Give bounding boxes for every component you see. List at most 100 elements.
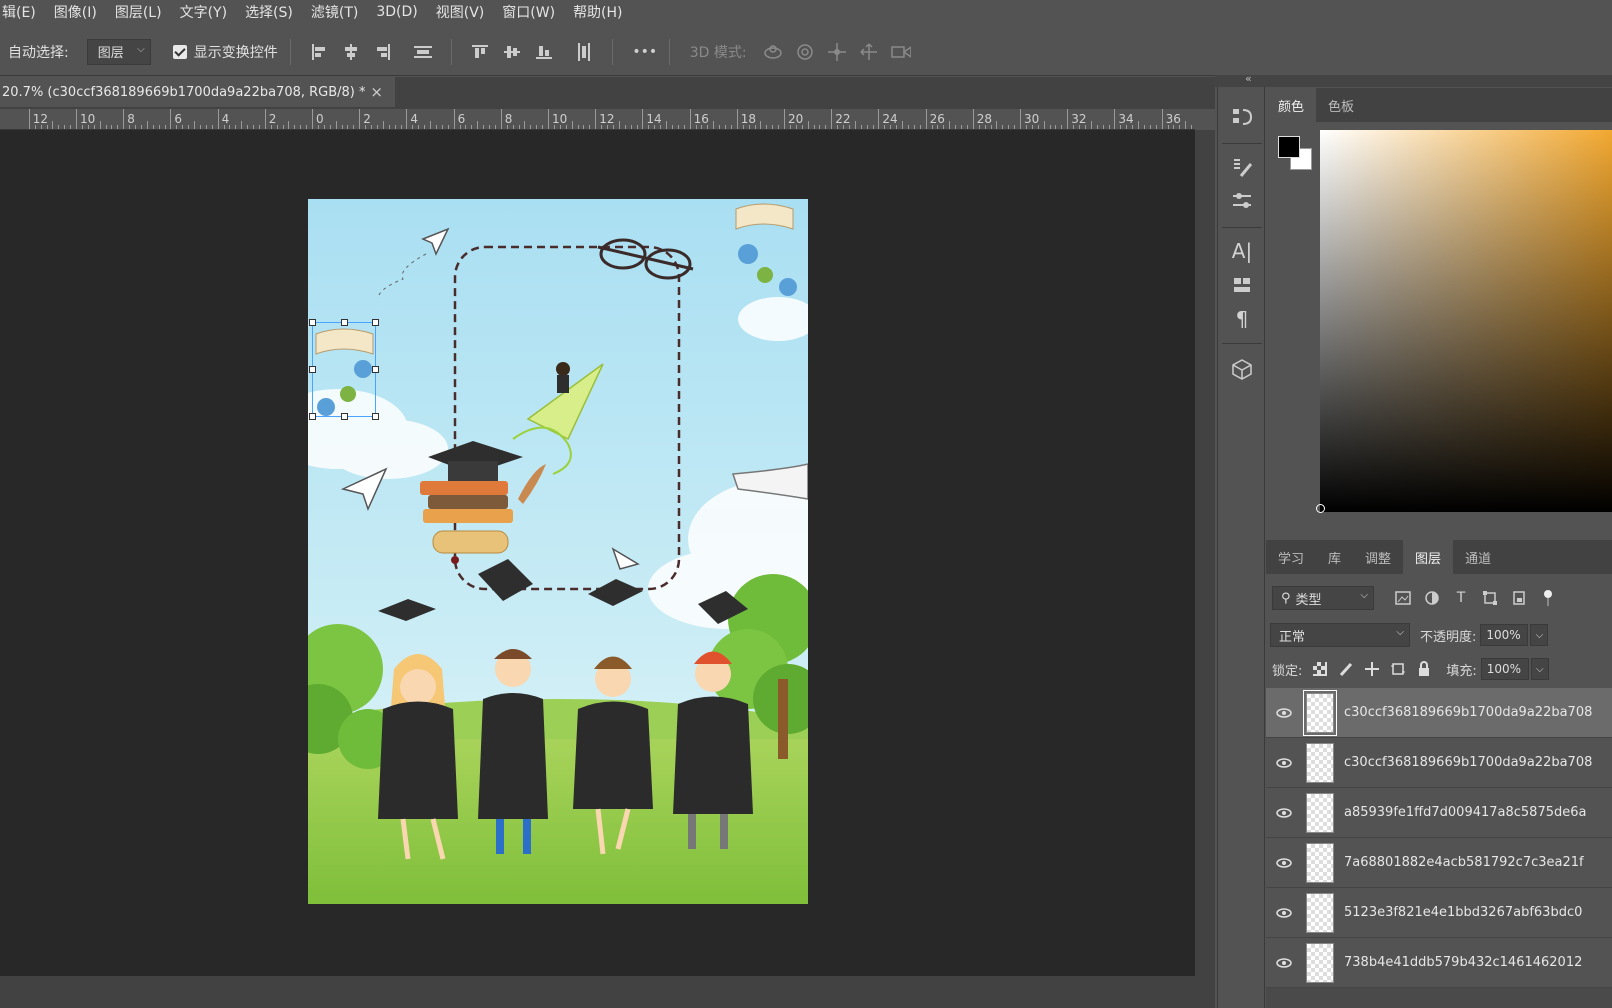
tab-libraries[interactable]: 库 bbox=[1316, 540, 1353, 574]
document-tab[interactable]: 20.7% (c30ccf368189669b1700da9a22ba708, … bbox=[0, 77, 395, 107]
ruler-minor-tick bbox=[34, 125, 36, 129]
layer-name[interactable]: 7a68801882e4acb581792c7c3ea21f bbox=[1344, 855, 1584, 870]
blend-mode-dropdown[interactable]: 正常 ⌵ bbox=[1270, 623, 1410, 647]
orbit-3d-icon[interactable] bbox=[763, 42, 783, 62]
lock-transparent-icon[interactable] bbox=[1312, 661, 1328, 677]
pan-3d-icon[interactable] bbox=[827, 42, 847, 62]
show-transform-checkbox[interactable] bbox=[172, 44, 187, 59]
transform-handle[interactable] bbox=[309, 319, 316, 326]
layer-row[interactable]: c30ccf368189669b1700da9a22ba708 bbox=[1266, 688, 1612, 738]
transform-handle[interactable] bbox=[341, 413, 348, 420]
ruler-minor-tick bbox=[129, 125, 131, 129]
layer-row[interactable]: 738b4e41ddb579b432c1461462012 bbox=[1266, 938, 1612, 988]
tab-swatches[interactable]: 色板 bbox=[1316, 88, 1366, 122]
roll-3d-icon[interactable] bbox=[795, 42, 815, 62]
chevron-down-icon[interactable]: ⌵ bbox=[1530, 658, 1549, 680]
layer-row[interactable]: a85939fe1ffd7d009417a8c5875de6a bbox=[1266, 788, 1612, 838]
align-center-h-icon[interactable] bbox=[341, 42, 361, 62]
layer-name[interactable]: c30ccf368189669b1700da9a22ba708 bbox=[1344, 755, 1592, 770]
3d-cube-icon[interactable] bbox=[1230, 357, 1254, 381]
vertical-scrollbar[interactable] bbox=[1195, 130, 1215, 976]
poster-artwork[interactable] bbox=[308, 199, 808, 904]
eye-icon[interactable] bbox=[1266, 938, 1302, 988]
menu-help[interactable]: 帮助(H) bbox=[573, 2, 622, 22]
filter-type-icon[interactable]: T bbox=[1452, 589, 1470, 607]
layer-row[interactable]: 5123e3f821e4e1bbd3267abf63bdc0 bbox=[1266, 888, 1612, 938]
glyphs-icon[interactable] bbox=[1230, 273, 1254, 297]
foreground-color-swatch[interactable] bbox=[1278, 136, 1300, 158]
search-icon: ⚲ bbox=[1281, 590, 1291, 606]
more-options-icon[interactable]: ••• bbox=[631, 42, 659, 62]
transform-handle[interactable] bbox=[309, 366, 316, 373]
align-bottom-icon[interactable] bbox=[534, 42, 554, 62]
layer-kind-filter[interactable]: ⚲ 类型 ⌵ bbox=[1272, 586, 1374, 610]
transform-handle[interactable] bbox=[309, 413, 316, 420]
tab-learn[interactable]: 学习 bbox=[1266, 540, 1316, 574]
lock-paint-icon[interactable] bbox=[1338, 661, 1354, 677]
filter-shape-icon[interactable] bbox=[1481, 589, 1499, 607]
paragraph-icon[interactable]: ¶ bbox=[1230, 307, 1254, 331]
eye-icon[interactable] bbox=[1266, 888, 1302, 938]
layer-name[interactable]: 738b4e41ddb579b432c1461462012 bbox=[1344, 955, 1582, 970]
layer-name[interactable]: a85939fe1ffd7d009417a8c5875de6a bbox=[1344, 805, 1586, 820]
distribute-icon[interactable] bbox=[413, 42, 433, 62]
menu-edit[interactable]: 辑(E) bbox=[2, 2, 36, 22]
tab-color[interactable]: 颜色 bbox=[1266, 88, 1317, 122]
layers-panel-tabs: 学习 库 调整 图层 通道 bbox=[1266, 540, 1612, 574]
align-right-icon[interactable] bbox=[373, 42, 393, 62]
menu-window[interactable]: 窗口(W) bbox=[502, 2, 555, 22]
opacity-input[interactable]: 100% bbox=[1480, 624, 1529, 646]
layer-row[interactable]: 7a68801882e4acb581792c7c3ea21f bbox=[1266, 838, 1612, 888]
transform-handle[interactable] bbox=[372, 413, 379, 420]
layer-name[interactable]: 5123e3f821e4e1bbd3267abf63bdc0 bbox=[1344, 905, 1582, 920]
camera-3d-icon[interactable] bbox=[890, 42, 911, 62]
history-icon[interactable] bbox=[1230, 105, 1254, 129]
eye-icon[interactable] bbox=[1266, 838, 1302, 888]
slide-3d-icon[interactable] bbox=[859, 42, 879, 62]
filter-adjustment-icon[interactable] bbox=[1423, 589, 1441, 607]
lock-move-icon[interactable] bbox=[1364, 661, 1380, 677]
menu-layer[interactable]: 图层(L) bbox=[115, 2, 162, 22]
ruler-minor-tick bbox=[843, 125, 844, 129]
character-icon[interactable]: A| bbox=[1230, 239, 1254, 263]
fill-input[interactable]: 100% bbox=[1480, 658, 1529, 680]
color-picker-marker[interactable] bbox=[1316, 504, 1325, 513]
panel-collapse-strip[interactable]: « bbox=[1215, 72, 1612, 87]
tab-layers[interactable]: 图层 bbox=[1403, 540, 1454, 574]
close-icon[interactable]: × bbox=[370, 83, 383, 101]
layer-name[interactable]: c30ccf368189669b1700da9a22ba708 bbox=[1344, 705, 1592, 720]
align-top-icon[interactable] bbox=[470, 42, 490, 62]
layer-row[interactable]: c30ccf368189669b1700da9a22ba708 bbox=[1266, 738, 1612, 788]
menu-view[interactable]: 视图(V) bbox=[436, 2, 485, 22]
align-middle-icon[interactable] bbox=[502, 42, 522, 62]
collapse-arrows-icon[interactable]: « bbox=[1245, 72, 1252, 85]
filter-pixel-icon[interactable] bbox=[1394, 589, 1412, 607]
menu-3d[interactable]: 3D(D) bbox=[376, 4, 417, 20]
menu-type[interactable]: 文字(Y) bbox=[180, 2, 227, 22]
transform-handle[interactable] bbox=[372, 366, 379, 373]
menu-image[interactable]: 图像(I) bbox=[54, 2, 97, 22]
transform-handle[interactable] bbox=[341, 319, 348, 326]
eye-icon[interactable] bbox=[1266, 688, 1302, 738]
filter-toggle-icon[interactable] bbox=[1539, 589, 1557, 607]
color-picker-field[interactable] bbox=[1320, 130, 1612, 512]
transform-handle[interactable] bbox=[372, 319, 379, 326]
chevron-down-icon[interactable]: ⌵ bbox=[1530, 624, 1549, 646]
horizontal-ruler[interactable]: 12 10 8 6 4 2 0 2 4 6 8 10 12 14 16 18 20 22 24 26 28 30 32 34 3… bbox=[0, 109, 1195, 130]
tab-channels[interactable]: 通道 bbox=[1453, 540, 1503, 574]
auto-select-label: 自动选择: bbox=[8, 44, 69, 61]
brush-presets-icon[interactable] bbox=[1230, 155, 1254, 179]
transform-bounding-box[interactable] bbox=[309, 319, 379, 420]
eye-icon[interactable] bbox=[1266, 738, 1302, 788]
tab-adjustments[interactable]: 调整 bbox=[1353, 540, 1403, 574]
align-left-icon[interactable] bbox=[309, 42, 329, 62]
auto-select-dropdown[interactable]: 图层 ⌵ bbox=[86, 38, 151, 65]
menu-select[interactable]: 选择(S) bbox=[245, 2, 293, 22]
distribute-v-icon[interactable] bbox=[574, 42, 594, 62]
eye-icon[interactable] bbox=[1266, 788, 1302, 838]
filter-smart-object-icon[interactable] bbox=[1510, 589, 1528, 607]
lock-all-icon[interactable] bbox=[1416, 661, 1432, 677]
adjustments-icon[interactable] bbox=[1230, 189, 1254, 213]
menu-filter[interactable]: 滤镜(T) bbox=[311, 2, 358, 22]
lock-artboard-icon[interactable] bbox=[1390, 661, 1406, 677]
